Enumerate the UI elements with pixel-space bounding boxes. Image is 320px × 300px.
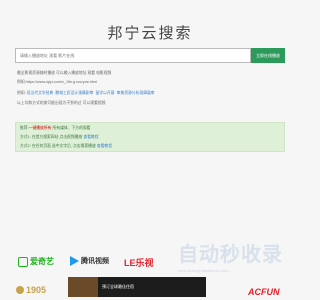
tutorial-link[interactable]: 查看教程 [83,135,98,139]
banner-image [68,277,98,297]
example-link[interactable]: 审美资源分析观摩展审 [117,91,155,95]
tencent-video-logo[interactable]: 腾讯视频 [70,256,109,266]
banner-text: 预订全球最佳住宿 [102,284,134,289]
search-input[interactable] [15,48,251,63]
tip-text: 在任何页面 选中文字后, 点击搜索播放 [31,144,96,148]
example-link[interactable]: 鹏城工匠设计观摩剧审 [55,91,93,95]
watermark-url: www.zidongmiaoshoulu.com [178,268,229,273]
watermark: 自动秒收录 [178,244,283,266]
tip-text: 在首方搜索网站 点击视频播放 [31,135,83,139]
example-link[interactable]: 现当代文学经典 [27,91,54,95]
letv-logo[interactable]: LE乐视 [124,256,154,269]
tip-line-2: 方式1: 在首方搜索网站 点击视频播放 查看教程 [20,135,99,140]
example-link[interactable]: 留学以开幕 [96,91,115,95]
tip-line-3: 方式2: 在任何页面 选中文字后, 点击搜索播放 查看教程 [20,144,112,149]
info-line-4: 以上均和方式的旅可能出现为不到的过 可以观看视频 [17,101,106,105]
info-line-2: 例如:https://www.iqiyi.com/v_19rrg.vxcryne… [17,80,98,84]
tip-prefix: 推荐: [20,126,29,130]
tip-prefix: 方式2: [20,144,31,148]
m1905-label: 1905 [26,285,47,295]
iqiyi-icon [18,256,28,267]
ad-banner[interactable]: 预订全球最佳住宿 [68,277,206,297]
tencent-label: 腾讯视频 [81,258,109,265]
search-bar: 立即在线播放 [15,48,285,63]
play-button[interactable]: 立即在线播放 [251,48,285,63]
tip-line-1: 推荐:一键播放所有 所有媒体、下方的观看 [20,126,90,131]
example-prefix: 例如: [17,91,26,95]
tip-highlight[interactable]: 一键播放所有 [29,126,52,130]
tencent-play-icon [70,256,79,266]
tutorial-link[interactable]: 查看教程 [97,144,112,148]
tip-prefix: 方式1: [20,135,31,139]
iqiyi-logo[interactable]: 爱奇艺 [18,256,54,267]
tip-box: 推荐:一键播放所有 所有媒体、下方的观看 方式1: 在首方搜索网站 点击视频播放… [15,122,285,152]
info-line-3: 例如: 现当代文学经典 鹏城工匠设计观摩剧审 留学以开幕 审美资源分析观摩展审 [17,91,155,96]
iqiyi-label: 爱奇艺 [30,257,54,266]
m1905-icon [16,286,24,294]
info-line-1: 最全影视资源随时播放 可以输入播放地址 观看 电影视频 [17,71,112,75]
acfun-logo[interactable]: ACFUN [248,287,280,297]
tip-text: 所有媒体、下方的观看 [52,126,91,130]
m1905-logo[interactable]: 1905 [16,285,46,295]
page-title: 邦宁云搜索 [107,25,193,42]
